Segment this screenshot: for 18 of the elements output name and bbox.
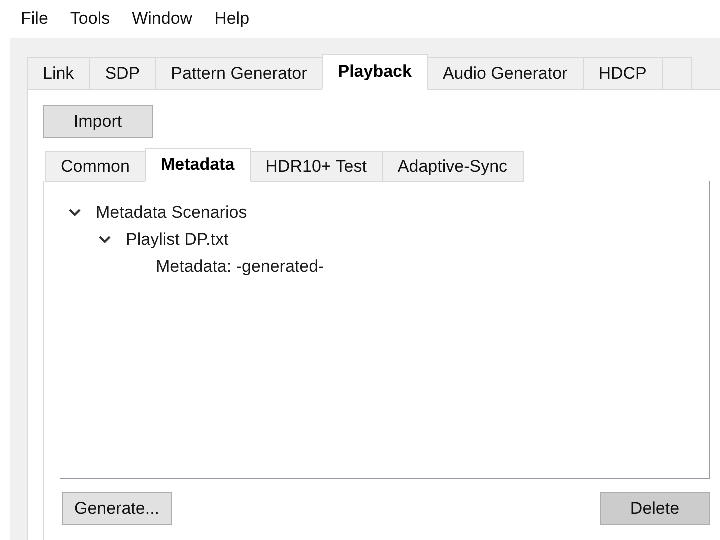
tab[interactable]: Playback [322, 54, 428, 90]
tree-item[interactable]: Playlist DP.txt [126, 226, 229, 252]
tab[interactable]: Metadata [144, 148, 251, 182]
tab[interactable]: Link [27, 57, 90, 90]
tree-item[interactable]: Metadata: -generated- [156, 254, 324, 280]
menu-item[interactable]: Tools [70, 6, 110, 32]
delete-button[interactable]: Delete [600, 492, 710, 525]
tab[interactable]: Common [45, 151, 146, 182]
menu-item[interactable]: Help [214, 6, 250, 32]
menu-item[interactable]: File [21, 6, 48, 32]
tab[interactable]: HDR10+ Test [250, 151, 383, 182]
tree-item[interactable]: Metadata Scenarios [96, 200, 248, 226]
generate-button[interactable]: Generate... [62, 492, 172, 525]
menu-item[interactable]: Window [132, 6, 193, 32]
chevron-icon[interactable] [98, 234, 112, 244]
import-button[interactable]: Import [43, 105, 153, 138]
chevron-icon[interactable] [68, 208, 82, 218]
tab[interactable]: Adaptive-Sync [382, 151, 524, 182]
